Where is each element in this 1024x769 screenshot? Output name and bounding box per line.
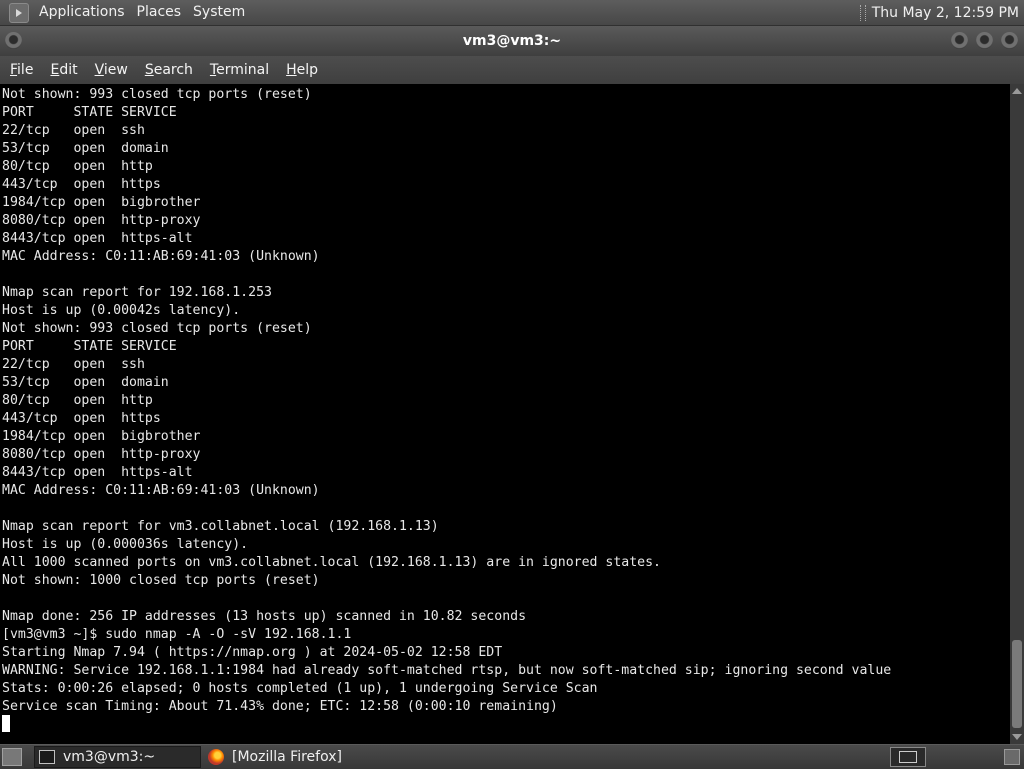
menu-search[interactable]: Search	[135, 56, 200, 84]
workspace-icon	[899, 751, 917, 763]
menu-search-accel: S	[144, 62, 154, 78]
menu-view-accel: V	[94, 62, 104, 78]
menu-help-label: elp	[296, 62, 319, 78]
taskbar-item-label: vm3@vm3:~	[63, 749, 156, 765]
menu-help-accel: H	[286, 62, 297, 78]
clock[interactable]: Thu May 2, 12:59 PM	[872, 5, 1024, 21]
applications-menu[interactable]: Applications	[33, 0, 131, 25]
menu-edit-label: dit	[59, 62, 78, 78]
terminal-cursor	[2, 715, 10, 732]
scroll-down-arrow-icon[interactable]	[1012, 734, 1022, 740]
taskbar-item-firefox[interactable]: [Mozilla Firefox]	[204, 746, 374, 768]
scroll-up-arrow-icon[interactable]	[1012, 88, 1022, 94]
menu-terminal[interactable]: Terminal	[200, 56, 276, 84]
terminal-output[interactable]: Not shown: 993 closed tcp ports (reset) …	[0, 84, 1010, 716]
terminal-view[interactable]: Not shown: 993 closed tcp ports (reset) …	[0, 84, 1010, 744]
window-menu-button[interactable]	[5, 32, 22, 49]
menu-search-label: earch	[153, 62, 193, 78]
maximize-button[interactable]	[976, 32, 993, 49]
menu-edit[interactable]: Edit	[40, 56, 84, 84]
window-title-bar[interactable]: vm3@vm3:~	[0, 26, 1024, 56]
gnome-foot-icon[interactable]	[9, 2, 29, 23]
menu-view-label: iew	[103, 62, 128, 78]
show-desktop-icon[interactable]	[2, 748, 22, 766]
menu-file-label: ile	[17, 62, 34, 78]
bottom-taskbar: vm3@vm3:~ [Mozilla Firefox]	[0, 744, 1024, 769]
top-panel: Applications Places System Thu May 2, 12…	[0, 0, 1024, 26]
menu-bar: File Edit View Search Terminal Help	[0, 56, 1024, 84]
taskbar-item-terminal[interactable]: vm3@vm3:~	[34, 746, 201, 768]
firefox-icon	[208, 749, 224, 765]
trash-icon[interactable]	[1004, 749, 1020, 765]
terminal-icon	[39, 750, 55, 764]
menu-file-accel: F	[10, 62, 18, 78]
system-menu[interactable]: System	[187, 0, 251, 25]
menu-help[interactable]: Help	[276, 56, 325, 84]
menu-file[interactable]: File	[0, 56, 40, 84]
close-button[interactable]	[1001, 32, 1018, 49]
window-title: vm3@vm3:~	[462, 33, 562, 49]
places-menu[interactable]: Places	[131, 0, 188, 25]
taskbar-item-label: [Mozilla Firefox]	[232, 749, 342, 765]
clock-area: Thu May 2, 12:59 PM	[859, 0, 1024, 25]
menu-view[interactable]: View	[85, 56, 135, 84]
terminal-scrollbar[interactable]	[1010, 84, 1024, 744]
menu-edit-accel: E	[50, 62, 60, 78]
minimize-button[interactable]	[951, 32, 968, 49]
menu-terminal-label: erminal	[216, 62, 270, 78]
workspace-switcher[interactable]	[890, 747, 926, 767]
panel-separator	[859, 4, 866, 21]
scrollbar-thumb[interactable]	[1012, 640, 1022, 728]
